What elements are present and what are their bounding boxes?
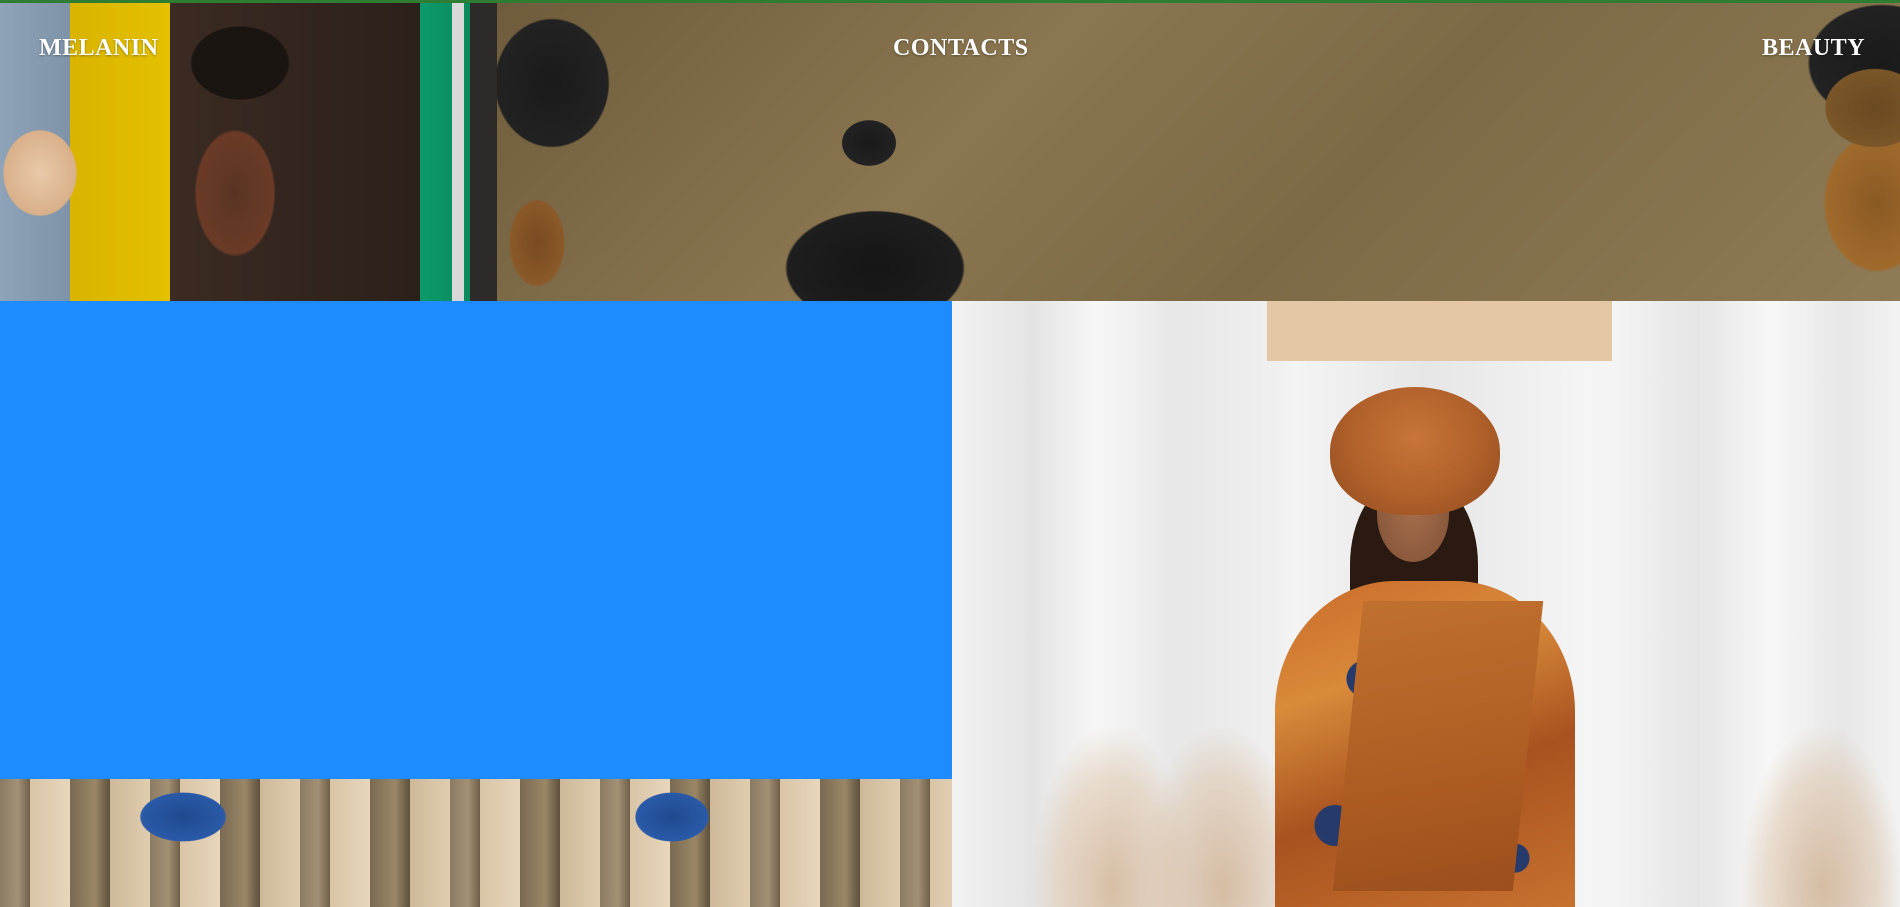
pampas-grass bbox=[1742, 727, 1900, 907]
photo-woman-orange bbox=[952, 301, 1900, 907]
model-sash bbox=[1332, 601, 1544, 891]
nav-link-melanin[interactable]: MELANIN bbox=[39, 36, 159, 60]
model-headwrap bbox=[1330, 387, 1500, 515]
nav-link-contacts[interactable]: CONTACTS bbox=[893, 36, 1029, 60]
nav-link-beauty[interactable]: BEAUTY bbox=[1762, 36, 1865, 60]
page: MELANIN CONTACTS BEAUTY bbox=[0, 0, 1900, 907]
banner-divider bbox=[452, 3, 464, 301]
banner-image-right bbox=[497, 3, 1900, 301]
wooden-frame bbox=[1267, 301, 1612, 361]
hero-banner: MELANIN CONTACTS BEAUTY bbox=[0, 0, 1900, 301]
blue-content-block bbox=[0, 301, 952, 779]
photo-bamboo-pots bbox=[0, 779, 952, 907]
